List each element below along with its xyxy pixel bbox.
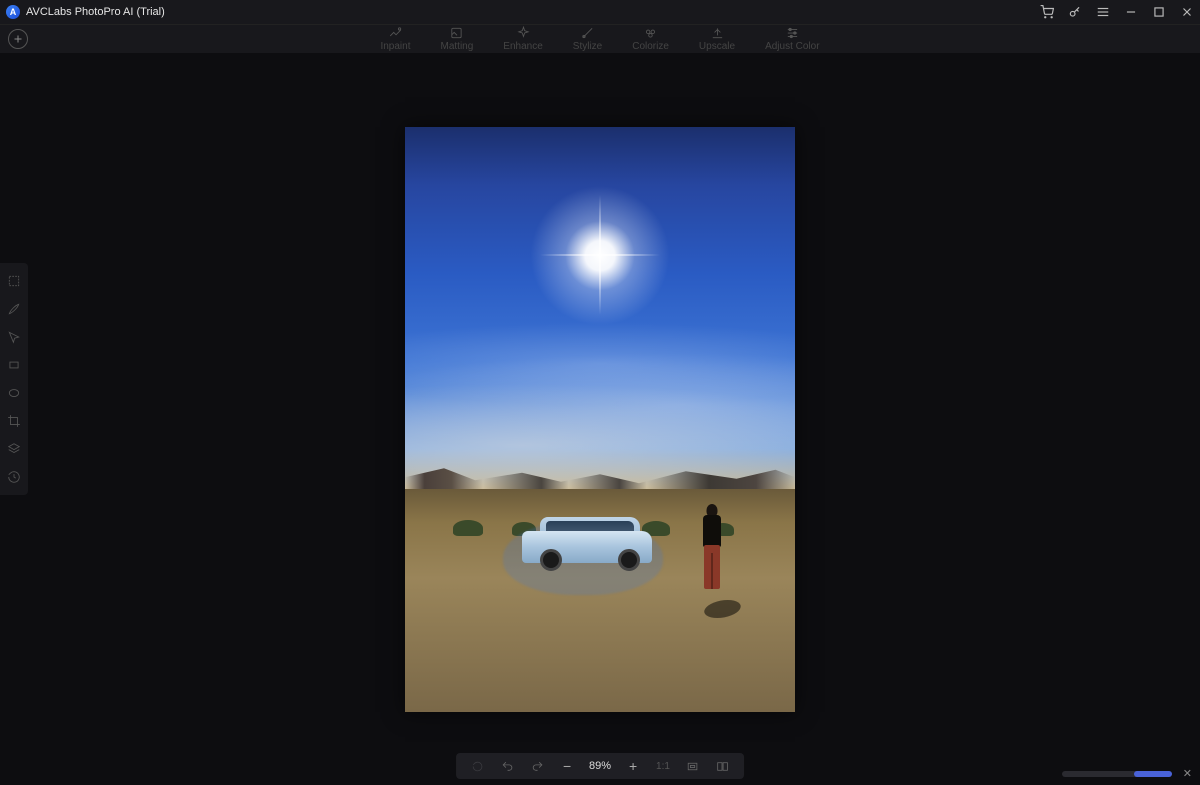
horizontal-scrollbar[interactable] xyxy=(1062,771,1172,777)
redo-icon[interactable] xyxy=(530,759,544,773)
reset-icon[interactable] xyxy=(470,759,484,773)
tab-label: Stylize xyxy=(573,41,602,52)
tab-label: Matting xyxy=(441,41,474,52)
workspace: − 89% + 1:1 ✕ xyxy=(0,53,1200,785)
upscale-icon xyxy=(710,26,724,40)
zoom-controls: − 89% + xyxy=(560,758,640,774)
tool-tabs: Inpaint Matting Enhance Stylize Colorize… xyxy=(380,26,819,52)
zoom-value: 89% xyxy=(584,760,616,772)
undo-icon[interactable] xyxy=(500,759,514,773)
app-title: AVCLabs PhotoPro AI (Trial) xyxy=(26,6,165,18)
image-car xyxy=(522,516,652,571)
panel-close-icon[interactable]: ✕ xyxy=(1183,767,1192,780)
scrollbar-thumb[interactable] xyxy=(1134,771,1172,777)
tab-upscale[interactable]: Upscale xyxy=(699,26,735,52)
tab-label: Enhance xyxy=(503,41,542,52)
app-logo-icon: A xyxy=(6,5,20,19)
image-sun-flare xyxy=(599,195,601,315)
close-icon[interactable] xyxy=(1180,5,1194,19)
image-person xyxy=(699,504,725,589)
tab-label: Inpaint xyxy=(380,41,410,52)
brush-tool-icon[interactable] xyxy=(6,301,22,317)
main-toolbar: Inpaint Matting Enhance Stylize Colorize… xyxy=(0,24,1200,53)
app-window: A AVCLabs PhotoPro AI (Trial) xyxy=(0,0,1200,785)
ellipse-tool-icon[interactable] xyxy=(6,385,22,401)
zoom-in-button[interactable]: + xyxy=(626,758,640,774)
tab-matting[interactable]: Matting xyxy=(441,26,474,52)
adjust-color-icon xyxy=(785,26,799,40)
bottom-toolbar: − 89% + 1:1 xyxy=(456,753,744,779)
tab-enhance[interactable]: Enhance xyxy=(503,26,542,52)
image-mountains xyxy=(405,459,795,489)
zoom-actual-size[interactable]: 1:1 xyxy=(656,761,670,772)
pointer-tool-icon[interactable] xyxy=(6,329,22,345)
maximize-icon[interactable] xyxy=(1152,5,1166,19)
tab-label: Colorize xyxy=(632,41,669,52)
cart-icon[interactable] xyxy=(1040,5,1054,19)
key-icon[interactable] xyxy=(1068,5,1082,19)
title-bar: A AVCLabs PhotoPro AI (Trial) xyxy=(0,0,1200,24)
marquee-tool-icon[interactable] xyxy=(6,273,22,289)
tab-adjust-color[interactable]: Adjust Color xyxy=(765,26,819,52)
layers-tool-icon[interactable] xyxy=(6,441,22,457)
canvas-area xyxy=(0,53,1200,785)
tab-stylize[interactable]: Stylize xyxy=(573,26,602,52)
image-canvas[interactable] xyxy=(405,127,795,712)
minimize-icon[interactable] xyxy=(1124,5,1138,19)
stylize-icon xyxy=(581,26,595,40)
tab-inpaint[interactable]: Inpaint xyxy=(380,26,410,52)
crop-tool-icon[interactable] xyxy=(6,413,22,429)
side-toolbar xyxy=(0,263,28,495)
inpaint-icon xyxy=(388,26,402,40)
title-bar-right xyxy=(1040,5,1194,19)
fit-screen-icon[interactable] xyxy=(686,759,700,773)
zoom-out-button[interactable]: − xyxy=(560,758,574,774)
matting-icon xyxy=(450,26,464,40)
tab-label: Adjust Color xyxy=(765,41,819,52)
tab-label: Upscale xyxy=(699,41,735,52)
colorize-icon xyxy=(644,26,658,40)
tab-colorize[interactable]: Colorize xyxy=(632,26,669,52)
compare-icon[interactable] xyxy=(716,759,730,773)
menu-icon[interactable] xyxy=(1096,5,1110,19)
history-tool-icon[interactable] xyxy=(6,469,22,485)
enhance-icon xyxy=(516,26,530,40)
rectangle-tool-icon[interactable] xyxy=(6,357,22,373)
title-bar-left: A AVCLabs PhotoPro AI (Trial) xyxy=(6,5,165,19)
add-image-button[interactable] xyxy=(8,29,28,49)
